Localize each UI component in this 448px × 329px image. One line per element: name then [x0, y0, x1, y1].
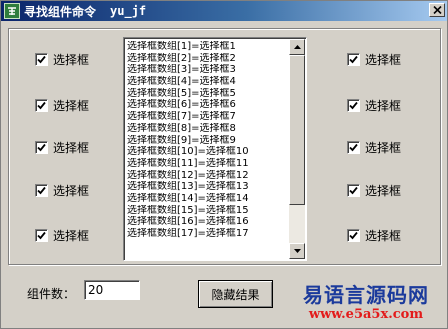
hide-result-button[interactable]: 隐藏结果	[198, 280, 273, 308]
checkbox-left-2[interactable]: 选择框	[35, 97, 89, 114]
checkbox-box[interactable]	[347, 184, 360, 197]
list-item[interactable]: 选择框数组[7]=选择框7	[127, 111, 289, 123]
check-icon	[37, 143, 46, 152]
main-window: 寻找组件命令 yu_jf 选择框数组[1]=选择框1 选择框数组[2]=选择框2 选…	[0, 0, 448, 329]
checkbox-label: 选择框	[365, 53, 402, 67]
checkbox-right-3[interactable]: 选择框	[347, 139, 401, 156]
checkbox-left-1[interactable]: 选择框	[35, 51, 89, 68]
check-icon	[349, 101, 358, 110]
component-count-input[interactable]	[84, 280, 140, 300]
list-item[interactable]: 选择框数组[4]=选择框4	[127, 76, 289, 88]
checkbox-right-4[interactable]: 选择框	[347, 182, 401, 199]
checkbox-label: 选择框	[53, 229, 90, 243]
check-icon	[37, 231, 46, 240]
checkbox-left-3[interactable]: 选择框	[35, 139, 89, 156]
list-item[interactable]: 选择框数组[6]=选择框6	[127, 99, 289, 111]
list-item[interactable]: 选择框数组[5]=选择框5	[127, 88, 289, 100]
checkbox-box[interactable]	[35, 229, 48, 242]
list-item[interactable]: 选择框数组[13]=选择框13	[127, 181, 289, 193]
list-item[interactable]: 选择框数组[3]=选择框3	[127, 64, 289, 76]
checkbox-box[interactable]	[347, 141, 360, 154]
checkbox-box[interactable]	[35, 99, 48, 112]
close-button[interactable]	[429, 3, 445, 17]
watermark: 易语言源码网 www.e5a5x.com	[291, 283, 441, 323]
checkbox-box[interactable]	[347, 53, 360, 66]
window-user: yu_jf	[110, 4, 147, 18]
list-item[interactable]: 选择框数组[1]=选择框1	[127, 41, 289, 53]
scroll-thumb[interactable]	[289, 55, 305, 205]
vertical-scrollbar[interactable]	[289, 39, 305, 259]
list-item[interactable]: 选择框数组[12]=选择框12	[127, 170, 289, 182]
checkbox-box[interactable]	[35, 184, 48, 197]
list-item[interactable]: 选择框数组[14]=选择框14	[127, 193, 289, 205]
list-item[interactable]: 选择框数组[8]=选择框8	[127, 123, 289, 135]
checkbox-label: 选择框	[365, 141, 402, 155]
check-icon	[349, 186, 358, 195]
title-bar[interactable]: 寻找组件命令 yu_jf	[1, 1, 447, 21]
checkbox-left-5[interactable]: 选择框	[35, 227, 89, 244]
check-icon	[349, 143, 358, 152]
checkbox-right-1[interactable]: 选择框	[347, 51, 401, 68]
list-item[interactable]: 选择框数组[11]=选择框11	[127, 158, 289, 170]
watermark-url: www.e5a5x.com	[308, 307, 424, 322]
component-list[interactable]: 选择框数组[1]=选择框1 选择框数组[2]=选择框2 选择框数组[3]=选择框3 选…	[123, 37, 307, 261]
checkbox-label: 选择框	[53, 99, 90, 113]
close-icon	[432, 6, 442, 14]
check-icon	[349, 231, 358, 240]
checkbox-right-2[interactable]: 选择框	[347, 97, 401, 114]
checkbox-label: 选择框	[365, 184, 402, 198]
scroll-up-button[interactable]	[289, 39, 305, 55]
check-icon	[37, 101, 46, 110]
check-icon	[37, 55, 46, 64]
checkbox-right-5[interactable]: 选择框	[347, 227, 401, 244]
checkbox-left-4[interactable]: 选择框	[35, 182, 89, 199]
checkbox-label: 选择框	[365, 229, 402, 243]
checkbox-box[interactable]	[35, 53, 48, 66]
checkbox-label: 选择框	[365, 99, 402, 113]
arrow-down-icon	[293, 249, 301, 253]
arrow-up-icon	[293, 45, 301, 49]
checkbox-label: 选择框	[53, 53, 90, 67]
component-count-label: 组件数：	[27, 287, 76, 301]
list-item[interactable]: 选择框数组[16]=选择框16	[127, 216, 289, 228]
app-icon	[4, 3, 20, 19]
list-item[interactable]: 选择框数组[9]=选择框9	[127, 135, 289, 147]
list-item[interactable]: 选择框数组[15]=选择框15	[127, 205, 289, 217]
scroll-down-button[interactable]	[289, 243, 305, 259]
checkbox-box[interactable]	[35, 141, 48, 154]
checkbox-box[interactable]	[347, 99, 360, 112]
watermark-name: 易语言源码网	[303, 283, 429, 307]
window-title: 寻找组件命令	[24, 4, 97, 19]
check-icon	[349, 55, 358, 64]
checkbox-box[interactable]	[347, 229, 360, 242]
checkbox-label: 选择框	[53, 141, 90, 155]
list-items: 选择框数组[1]=选择框1 选择框数组[2]=选择框2 选择框数组[3]=选择框3 选…	[127, 41, 289, 240]
check-icon	[37, 186, 46, 195]
list-item[interactable]: 选择框数组[2]=选择框2	[127, 53, 289, 65]
list-item[interactable]: 选择框数组[10]=选择框10	[127, 146, 289, 158]
checkbox-label: 选择框	[53, 184, 90, 198]
list-item[interactable]: 选择框数组[17]=选择框17	[127, 228, 289, 240]
